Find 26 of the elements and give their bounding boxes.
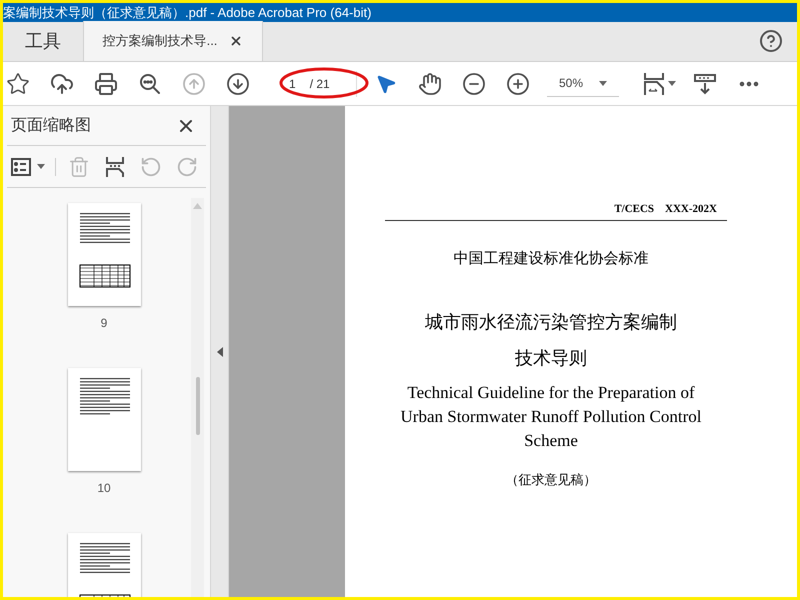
collapse-arrow-icon[interactable] <box>216 346 222 356</box>
caret-icon <box>599 80 607 86</box>
standard-code: T/CECS XXX-202X <box>614 202 717 217</box>
page-count: / 21 <box>310 76 330 92</box>
document-title: 技术导则 <box>515 347 587 371</box>
page-thumbnail[interactable] <box>68 368 140 471</box>
page-thumbnail[interactable] <box>68 203 140 306</box>
page-number: 10 <box>97 480 111 497</box>
draft-status: （征求意见稿） <box>506 472 596 490</box>
close-tab-icon[interactable] <box>229 34 244 48</box>
window-title: 案编制技术导则（征求意见稿）.pdf - Adobe Acrobat Pro (64-bit) <box>3 4 372 22</box>
english-title: Urban Stormwater Runoff Pollution Control <box>400 406 702 428</box>
scrollbar-thumb[interactable] <box>196 377 200 435</box>
english-title: Scheme <box>524 430 578 452</box>
zoom-dropdown[interactable]: 50% <box>547 70 619 96</box>
tab[interactable]: 控方案编制技术导... <box>83 21 263 61</box>
document-title: 城市雨水径流污染管控方案编制 <box>425 311 677 335</box>
english-title: Technical Guideline for the Preparation of <box>407 382 695 404</box>
organization-heading: 中国工程建设标准化协会标准 <box>454 248 648 268</box>
tab[interactable]: 工具 <box>3 21 83 61</box>
help-icon[interactable] <box>759 29 783 53</box>
options-menu-icon[interactable] <box>11 158 56 176</box>
panel-title: 页面缩略图 <box>11 116 91 136</box>
scrollbar[interactable] <box>191 198 204 597</box>
page-fit-icon[interactable] <box>643 72 676 96</box>
page-number: 9 <box>100 315 108 332</box>
